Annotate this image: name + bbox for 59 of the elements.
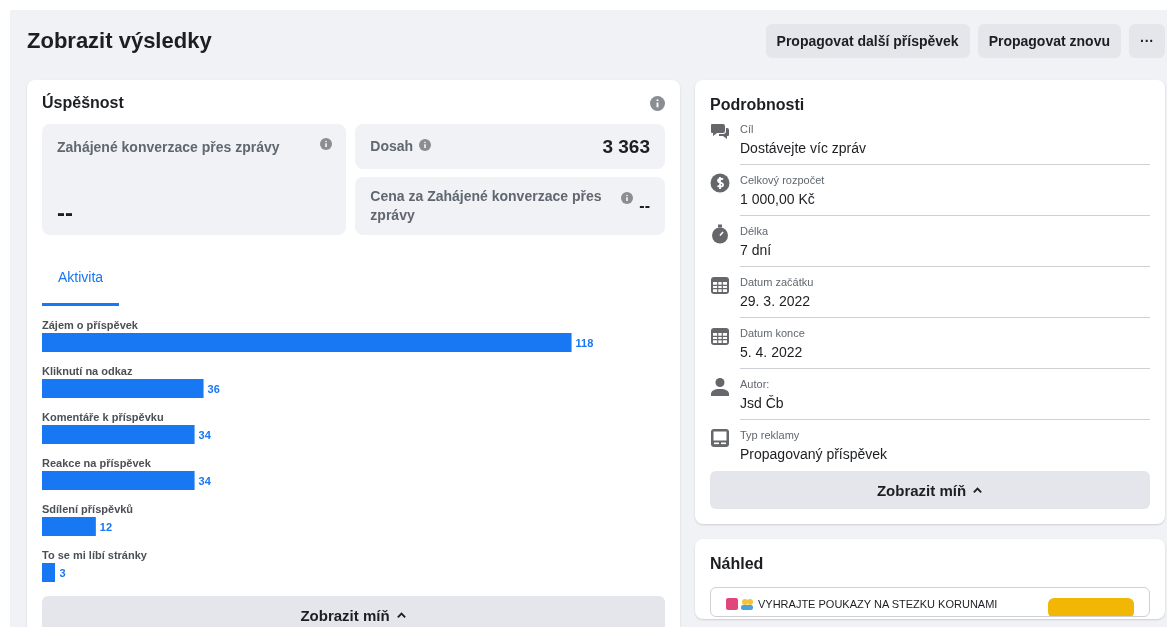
bar-value: 34 bbox=[198, 474, 211, 487]
bar-value: 36 bbox=[207, 382, 220, 395]
action-button[interactable]: Propagovat další příspěvek bbox=[765, 24, 970, 58]
detail-value: 29. 3. 2022 bbox=[740, 292, 812, 311]
info-icon[interactable] bbox=[650, 95, 665, 111]
detail-value: Propagovaný příspěvek bbox=[740, 445, 889, 464]
card-title: Náhled bbox=[710, 555, 765, 573]
detail-label: Typ reklamy bbox=[740, 428, 801, 443]
bar-label: Reakce na příspěvek bbox=[42, 456, 152, 471]
detail-value: 1 000,00 Kč bbox=[740, 190, 816, 209]
page-title: Zobrazit výsledky bbox=[27, 28, 212, 54]
bar bbox=[42, 563, 56, 582]
metric-label: Zahájené konverzace přes zprávy bbox=[57, 138, 280, 157]
card-title: Podrobnosti bbox=[710, 96, 806, 114]
card-title: Úspěšnost bbox=[42, 94, 124, 112]
dollar-icon bbox=[710, 173, 730, 193]
chat-bubbles-icon bbox=[710, 122, 730, 142]
detail-label: Datum začátku bbox=[740, 275, 815, 290]
ad-icon bbox=[710, 428, 730, 448]
detail-label: Autor: bbox=[740, 377, 771, 392]
calendar-icon bbox=[710, 326, 730, 346]
detail-value: 5. 4. 2022 bbox=[740, 343, 804, 362]
bar-label: Zájem o příspěvek bbox=[42, 318, 139, 333]
info-icon[interactable] bbox=[320, 138, 333, 150]
bar bbox=[42, 517, 96, 536]
metric-label: Cena za Zahájené konverzace přes zprávy bbox=[370, 187, 603, 225]
bar-value: 12 bbox=[99, 520, 113, 533]
info-icon[interactable] bbox=[621, 192, 634, 204]
info-icon[interactable] bbox=[419, 139, 432, 151]
bar-value: 118 bbox=[575, 336, 594, 349]
detail-label: Cíl bbox=[740, 122, 755, 137]
activity-tab[interactable]: Aktivita bbox=[42, 255, 120, 306]
caret-icon bbox=[972, 486, 984, 494]
bar-value: 3 bbox=[59, 566, 66, 579]
detail-value: 7 dní bbox=[740, 241, 773, 260]
bar-label: To se mi líbí stránky bbox=[42, 548, 148, 563]
bar-label: Kliknutí na odkaz bbox=[42, 364, 134, 379]
action-button[interactable]: Propagovat znovu bbox=[977, 24, 1121, 58]
show-less-button[interactable]: Zobrazit míň bbox=[710, 471, 1150, 509]
bar-value: 34 bbox=[198, 428, 211, 441]
bar-label: Komentáře k příspěvku bbox=[42, 410, 165, 425]
calendar-icon bbox=[710, 275, 730, 295]
bar-label: Sdílení příspěvků bbox=[42, 502, 135, 517]
stopwatch-icon bbox=[710, 224, 730, 244]
person-icon bbox=[710, 377, 730, 397]
action-button[interactable]: ··· bbox=[1129, 24, 1165, 58]
show-less-button[interactable]: Zobrazit míň bbox=[42, 596, 665, 627]
emoji-icon bbox=[726, 598, 754, 610]
metric-label: Dosah bbox=[370, 137, 414, 156]
detail-value: Jsd Čb bbox=[740, 394, 785, 413]
detail-label: Délka bbox=[740, 224, 770, 239]
metric-value: -- bbox=[639, 197, 650, 215]
ad-headline: VYHRAJTE POUKAZY NA STEZKU KORUNAMI bbox=[758, 598, 998, 611]
detail-label: Celkový rozpočet bbox=[740, 173, 826, 188]
metric-value: -- bbox=[57, 199, 73, 227]
detail-label: Datum konce bbox=[740, 326, 806, 341]
detail-value: Dostávejte víc zpráv bbox=[740, 139, 868, 158]
metric-value: 3 363 bbox=[602, 135, 650, 158]
caret-icon bbox=[395, 611, 407, 619]
